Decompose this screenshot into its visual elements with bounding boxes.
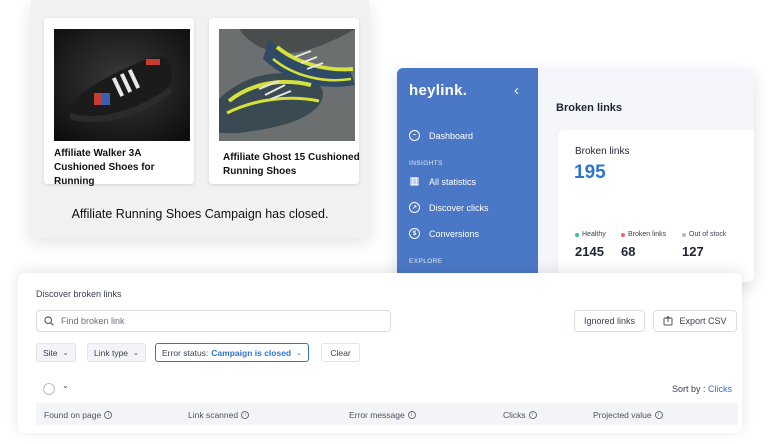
info-icon: i [241,411,250,419]
button-label: Ignored links [583,316,636,326]
collapse-sidebar-icon[interactable]: ‹ [514,82,519,99]
column-label: Link scanned [188,410,239,420]
legend-label: Healthy [582,231,606,238]
export-icon [663,316,673,326]
sidebar-item-label: All statistics [429,176,477,187]
sidebar-item-label: Dashboard [429,130,474,141]
heylink-logo[interactable]: heylink. [409,82,467,99]
legend-out-of-stock: Out of stock [682,231,726,238]
chevron-down-icon: ⌄ [133,349,139,357]
column-label: Found on page [44,410,102,420]
sidebar-item-label: Conversions [429,228,480,239]
campaign-closed-message: Affiliate Running Shoes Campaign has clo… [71,207,329,221]
dashboard-main: Broken links Broken links 195 Healthy Br… [538,68,754,282]
column-projected-value[interactable]: Projected value i [593,410,663,420]
panel-title: Discover broken links [36,289,122,299]
discover-broken-links-panel: Discover broken links Ignored links Expo… [18,273,742,433]
search-field[interactable] [36,310,391,332]
broken-dot-icon [621,232,625,237]
legend-broken: Broken links [621,231,666,238]
broken-links-count: 195 [574,162,606,183]
button-label: Export CSV [679,316,727,326]
column-label: Error message [349,410,405,420]
sidebar-item-discover-clicks[interactable]: ↗ Discover clicks [409,202,489,213]
product-card-ghost[interactable]: Affiliate Ghost 15 Cushioned Running Sho… [209,18,360,184]
sidebar-item-all-statistics[interactable]: ▥ All statistics [409,176,476,187]
dashboard-icon: ~ [409,130,420,141]
column-link-scanned[interactable]: Link scanned i [188,410,250,420]
legend-healthy: Healthy [575,231,606,238]
button-label: Clear [330,347,351,358]
column-found-on-page[interactable]: Found on page i [44,410,113,420]
sort-control[interactable]: Sort by : Clicks [672,384,732,394]
info-icon: i [104,411,113,419]
column-label: Projected value [593,410,652,420]
out-of-stock-count: 127 [682,244,704,259]
filter-label: Link type [94,347,129,358]
dollar-icon: $ [409,228,420,239]
table-header: Found on page i Link scanned i Error mes… [36,403,738,425]
product-image-walker [54,29,190,141]
column-label: Clicks [503,410,526,420]
filter-label: Site [43,347,58,358]
clear-filters-button[interactable]: Clear [321,343,360,362]
select-all-checkbox[interactable] [43,383,55,395]
product-card-walker[interactable]: Affiliate Walker 3A Cushioned Shoes for … [44,18,194,187]
sort-value[interactable]: Clicks [708,384,732,394]
product-image-ghost [219,29,355,141]
broken-links-stat-card: Broken links 195 Healthy Broken links Ou… [558,130,754,282]
site-filter[interactable]: Site ⌄ [36,343,76,362]
info-icon: i [407,411,416,419]
stat-label: Broken links [575,146,630,157]
sidebar: heylink. ‹ ~ Dashboard INSIGHTS ▥ All st… [397,68,538,282]
page-title: Broken links [556,102,623,114]
link-type-filter[interactable]: Link type ⌄ [87,343,146,362]
filter-label: Error status: [162,347,209,358]
error-status-filter[interactable]: Error status: Campaign is closed ⌄ [155,343,310,362]
product-name-walker: Affiliate Walker 3A Cushioned Shoes for … [54,148,155,187]
search-icon [44,316,54,326]
ignored-links-button[interactable]: Ignored links [574,310,645,332]
heylink-dashboard: heylink. ‹ ~ Dashboard INSIGHTS ▥ All st… [397,68,754,282]
filter-value: Campaign is closed [211,347,292,358]
sidebar-section-explore: EXPLORE [409,258,443,265]
legend-label: Out of stock [689,231,727,238]
sort-label: Sort by : [671,384,706,394]
healthy-dot-icon [575,232,579,237]
sidebar-item-dashboard[interactable]: ~ Dashboard [409,130,473,141]
info-icon: i [654,411,663,419]
chevron-down-icon: ⌄ [62,349,69,357]
sidebar-item-label: Discover clicks [429,202,489,213]
column-error-message[interactable]: Error message i [349,410,416,420]
bar-chart-icon: ▥ [409,176,420,187]
cursor-icon: ↗ [409,202,420,213]
chevron-down-icon[interactable]: ⌄ [62,381,69,390]
broken-count: 68 [621,244,636,259]
out-of-stock-dot-icon [682,232,686,237]
column-clicks[interactable]: Clicks i [503,410,537,420]
sidebar-item-conversions[interactable]: $ Conversions [409,228,479,239]
export-csv-button[interactable]: Export CSV [653,310,737,332]
affiliate-preview-card: Affiliate Walker 3A Cushioned Shoes for … [30,0,370,238]
legend-label: Broken links [628,231,667,238]
product-name-ghost: Affiliate Ghost 15 Cushioned Running Sho… [223,152,360,177]
search-input[interactable] [61,316,361,326]
sidebar-section-insights: INSIGHTS [409,160,443,167]
chevron-down-icon: ⌄ [296,349,303,357]
healthy-count: 2145 [575,244,604,259]
info-icon: i [528,411,537,419]
